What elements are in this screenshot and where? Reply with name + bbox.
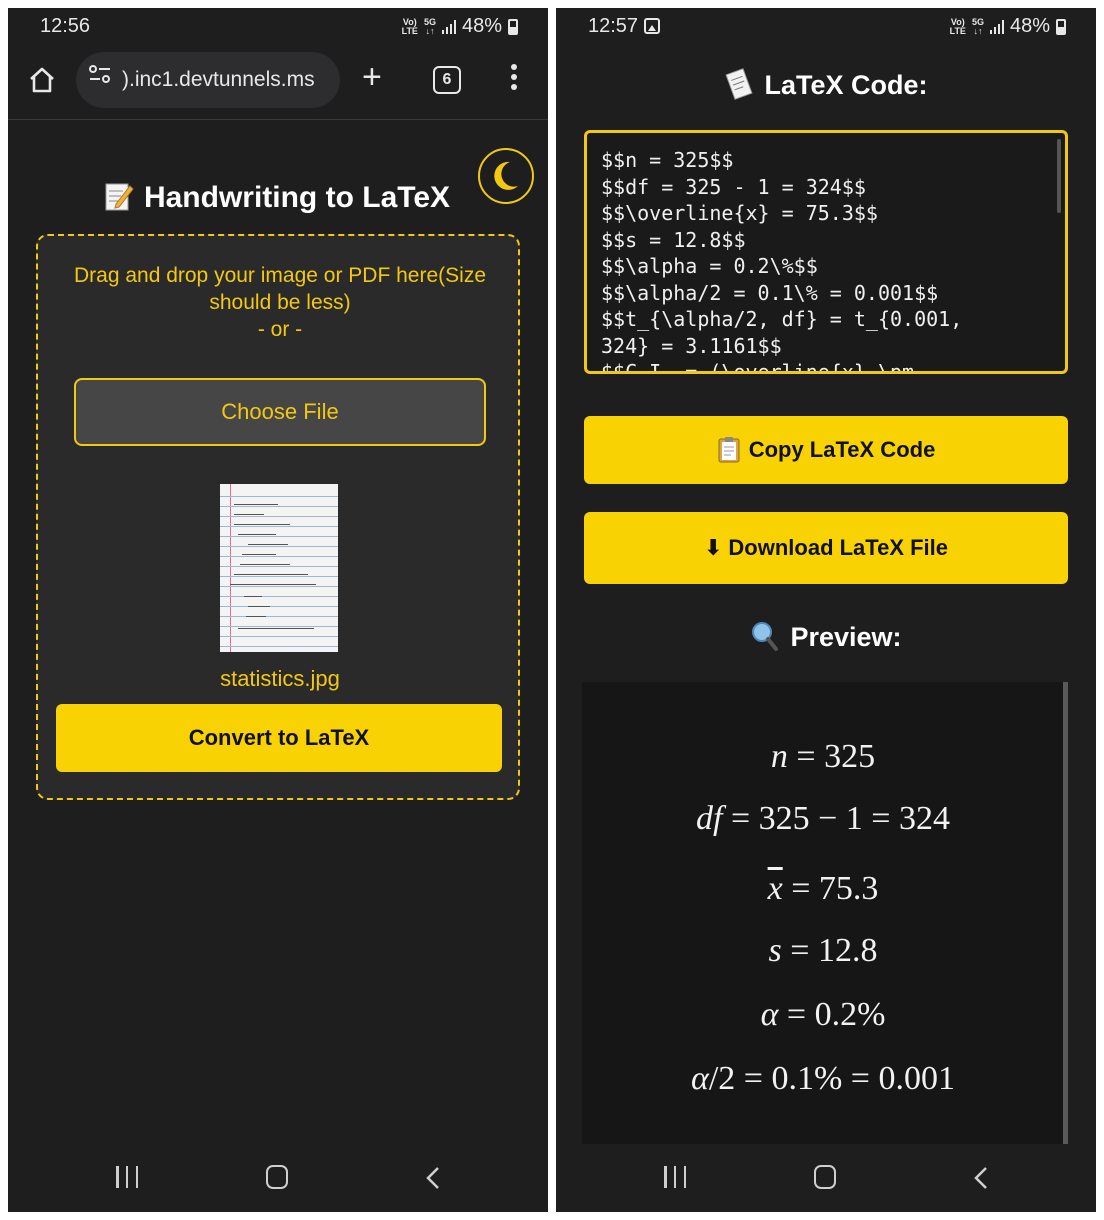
status-bar: 12:57 Vo) LTE 5G ↓↑ 48% xyxy=(556,8,1096,46)
choose-file-button[interactable]: Choose File xyxy=(74,378,486,446)
volte-icon: Vo) LTE xyxy=(401,16,418,36)
back-icon[interactable] xyxy=(422,1166,444,1190)
or-separator: - or - xyxy=(257,318,303,341)
address-bar[interactable]: ).inc1.devtunnels.ms xyxy=(76,52,340,108)
volte-icon: Vo) LTE xyxy=(949,16,966,36)
memo-icon xyxy=(105,183,134,211)
latex-title-text: LaTeX Code: xyxy=(764,70,928,100)
copy-label: Copy LaTeX Code xyxy=(748,437,936,462)
system-nav-bar xyxy=(556,1146,1096,1212)
5g-icon: 5G ↓↑ xyxy=(971,16,984,36)
status-icons: Vo) LTE 5G ↓↑ 48% xyxy=(950,15,1066,38)
home-nav-icon[interactable] xyxy=(266,1165,288,1189)
status-time: 12:57 xyxy=(588,15,639,37)
magnifier-icon xyxy=(752,622,779,651)
signal-icon xyxy=(441,19,456,34)
copy-latex-button[interactable]: Copy LaTeX Code xyxy=(584,416,1068,484)
drop-zone[interactable]: Drag and drop your image or PDF here(Siz… xyxy=(36,234,520,800)
preview-equation-mean: x = 75.3 xyxy=(767,870,879,907)
status-bar: 12:56 Vo) LTE 5G ↓↑ 48% xyxy=(8,8,548,46)
recents-icon[interactable] xyxy=(116,1166,138,1188)
file-name: statistics.jpg xyxy=(220,666,340,691)
preview-scrollbar[interactable] xyxy=(1063,682,1068,1144)
browser-toolbar: ).inc1.devtunnels.ms + 6 xyxy=(8,46,548,120)
latex-preview[interactable]: n = 325 df = 325 − 1 = 324 x = 75.3 s = … xyxy=(582,682,1068,1144)
page-title: Handwriting to LaTeX xyxy=(8,180,548,215)
latex-code-heading: LaTeX Code: xyxy=(556,68,1096,101)
download-label: Download LaTeX File xyxy=(728,535,949,560)
right-screen: 12:57 Vo) LTE 5G ↓↑ 48% LaTeX Code: $$n = … xyxy=(556,8,1096,1212)
home-nav-icon[interactable] xyxy=(814,1165,836,1189)
receipt-icon xyxy=(725,68,754,100)
more-menu-icon[interactable] xyxy=(508,64,520,94)
code-scrollbar[interactable] xyxy=(1057,139,1061,213)
drop-instructions: Drag and drop your image or PDF here(Siz… xyxy=(58,262,502,343)
convert-button[interactable]: Convert to LaTeX xyxy=(56,704,502,772)
battery-icon xyxy=(1056,18,1066,35)
left-screen: 12:56 Vo) LTE 5G ↓↑ 48% ).inc1.devtunnels.… xyxy=(8,8,548,1212)
recents-icon[interactable] xyxy=(664,1166,686,1188)
url-text: ).inc1.devtunnels.ms xyxy=(122,68,315,91)
preview-heading: Preview: xyxy=(556,620,1096,653)
back-icon[interactable] xyxy=(970,1166,992,1190)
download-latex-button[interactable]: ⬇ Download LaTeX File xyxy=(584,512,1068,584)
status-icons: Vo) LTE 5G ↓↑ 48% xyxy=(402,15,518,38)
home-icon[interactable] xyxy=(28,66,56,94)
title-text: Handwriting to LaTeX xyxy=(143,181,451,214)
preview-equation-sd: s = 12.8 xyxy=(768,932,878,969)
site-settings-icon[interactable] xyxy=(88,64,112,84)
battery-percent: 48% xyxy=(461,15,502,37)
drop-text: Drag and drop your image or PDF here(Siz… xyxy=(73,264,487,314)
tab-switcher-button[interactable]: 6 xyxy=(433,66,461,94)
new-tab-icon[interactable]: + xyxy=(362,60,382,94)
latex-code-text: $$n = 325$$ $$df = 325 - 1 = 324$$ $$\ov… xyxy=(601,148,963,374)
preview-equation-df: df = 325 − 1 = 324 xyxy=(696,800,950,837)
5g-icon: 5G ↓↑ xyxy=(423,16,436,36)
status-time: 12:56 xyxy=(40,15,91,37)
latex-code-textarea[interactable]: $$n = 325$$ $$df = 325 - 1 = 324$$ $$\ov… xyxy=(584,130,1068,374)
battery-percent: 48% xyxy=(1009,15,1050,37)
clipboard-icon xyxy=(718,437,740,463)
preview-equation-alpha: α = 0.2% xyxy=(760,996,886,1033)
gallery-notification-icon xyxy=(644,18,660,34)
preview-equation-n: n = 325 xyxy=(770,738,876,775)
uploaded-image-preview xyxy=(220,484,338,652)
preview-equation-alpha-half: α/2 = 0.1% = 0.001 xyxy=(691,1060,955,1097)
preview-title-text: Preview: xyxy=(790,622,902,652)
system-nav-bar xyxy=(8,1146,548,1212)
signal-icon xyxy=(989,19,1004,34)
battery-icon xyxy=(508,18,518,35)
download-arrow-icon: ⬇ xyxy=(703,535,723,560)
